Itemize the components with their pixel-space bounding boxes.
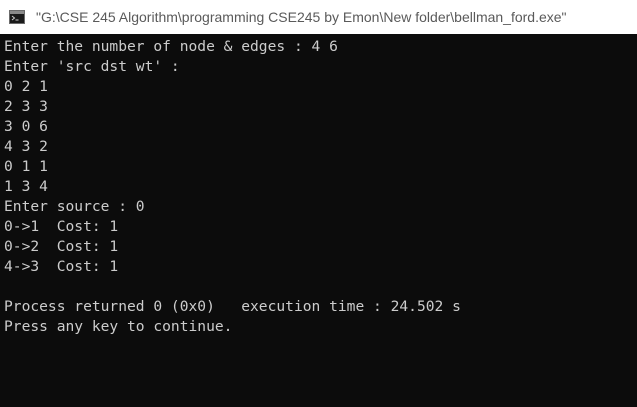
console-line: Enter the number of node & edges : 4 6 xyxy=(4,38,338,55)
console-line: Enter source : 0 xyxy=(4,198,145,215)
console-window-icon[interactable] xyxy=(9,10,25,24)
console-line: 4->3 Cost: 1 xyxy=(4,258,119,275)
console-line: 0 2 1 xyxy=(4,78,48,95)
console-line: Enter 'src dst wt' : xyxy=(4,58,180,75)
console-line: 0 1 1 xyxy=(4,158,48,175)
console-line: Process returned 0 (0x0) execution time … xyxy=(4,298,461,315)
window-title: "G:\CSE 245 Algorithm\programming CSE245… xyxy=(36,9,567,25)
title-bar[interactable]: "G:\CSE 245 Algorithm\programming CSE245… xyxy=(0,0,637,34)
console-line: 0->1 Cost: 1 xyxy=(4,218,119,235)
console-line: 0->2 Cost: 1 xyxy=(4,238,119,255)
console-window: "G:\CSE 245 Algorithm\programming CSE245… xyxy=(0,0,637,407)
console-line: 1 3 4 xyxy=(4,178,48,195)
console-line: 2 3 3 xyxy=(4,98,48,115)
console-output[interactable]: Enter the number of node & edges : 4 6 E… xyxy=(0,34,637,407)
console-line: Press any key to continue. xyxy=(4,318,233,335)
console-line: 3 0 6 xyxy=(4,118,48,135)
console-line: 4 3 2 xyxy=(4,138,48,155)
